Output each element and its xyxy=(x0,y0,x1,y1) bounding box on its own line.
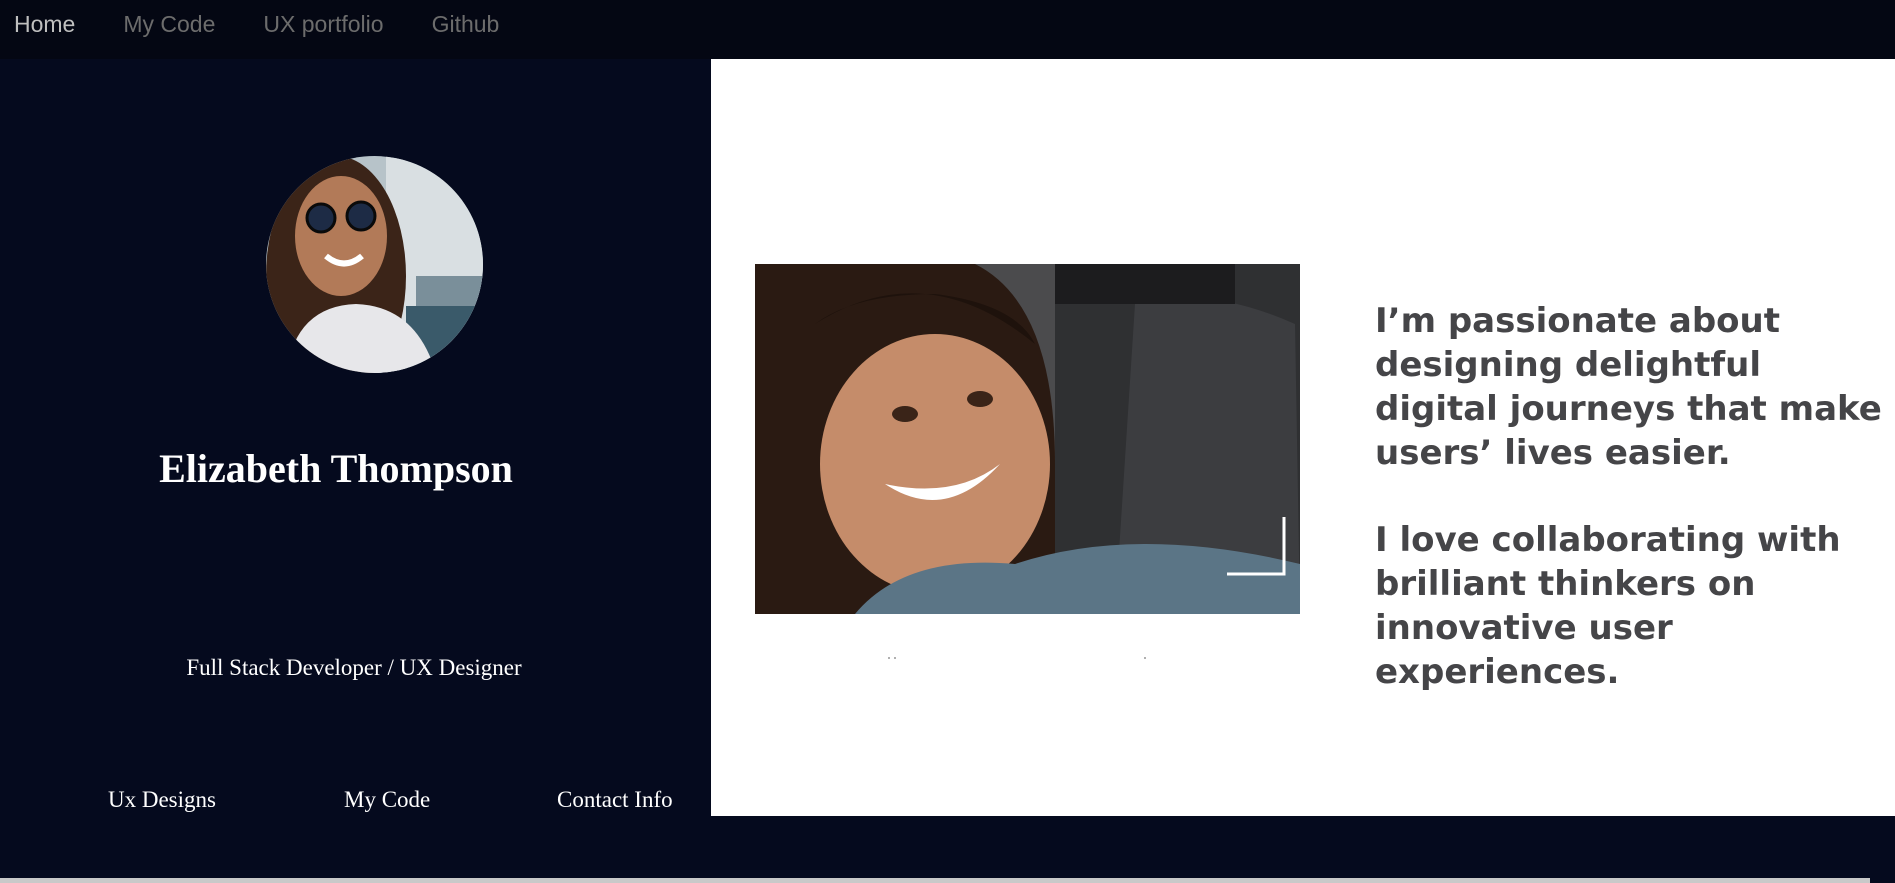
nav-github-link[interactable]: Github xyxy=(432,11,500,38)
about-text: I’m passionate about designing delightfu… xyxy=(1375,299,1895,694)
portrait-photo xyxy=(755,264,1300,614)
dot-marker xyxy=(888,657,890,659)
about-paragraph-2: I love collaborating with brilliant thin… xyxy=(1375,520,1841,692)
profile-panel: Elizabeth Thompson Full Stack Developer … xyxy=(0,59,711,816)
nav-ux-portfolio-link[interactable]: UX portfolio xyxy=(263,11,383,38)
ux-designs-link[interactable]: Ux Designs xyxy=(108,787,216,813)
contact-info-link[interactable]: Contact Info xyxy=(557,787,673,813)
horizontal-scrollbar[interactable] xyxy=(0,878,1870,883)
corner-bracket-icon xyxy=(1227,517,1286,576)
dot-marker xyxy=(894,657,896,659)
top-nav: Home My Code UX portfolio Github xyxy=(0,0,1895,59)
portrait-image xyxy=(755,264,1300,614)
avatar xyxy=(266,156,483,373)
profile-role: Full Stack Developer / UX Designer xyxy=(186,655,522,680)
nav-home-link[interactable]: Home xyxy=(14,11,75,38)
about-panel: I’m passionate about designing delightfu… xyxy=(711,59,1895,816)
avatar-photo xyxy=(266,156,483,373)
my-code-link[interactable]: My Code xyxy=(344,787,430,813)
profile-name: Elizabeth Thompson xyxy=(159,446,513,491)
nav-my-code-link[interactable]: My Code xyxy=(123,11,215,38)
dot-marker xyxy=(1144,657,1146,659)
about-paragraph-1: I’m passionate about designing delightfu… xyxy=(1375,301,1882,473)
